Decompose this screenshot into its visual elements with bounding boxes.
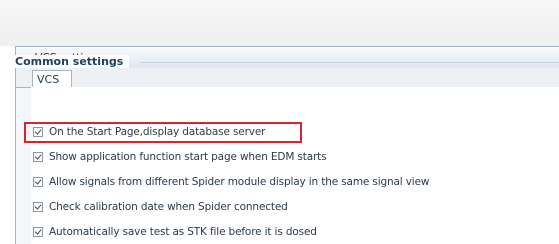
- tab-strip: VCS: [16, 68, 559, 88]
- option-allow-signals-same-view[interactable]: Allow signals from different Spider modu…: [33, 173, 429, 191]
- option-label: Automatically save test as STK file befo…: [49, 226, 317, 238]
- option-label: Allow signals from different Spider modu…: [49, 176, 430, 188]
- checkbox-checked[interactable]: [33, 227, 43, 237]
- option-label: Show application function start page whe…: [49, 151, 327, 163]
- option-check-calibration-date[interactable]: Check calibration date when Spider conne…: [33, 198, 288, 216]
- group-divider: [140, 62, 559, 63]
- option-label: Check calibration date when Spider conne…: [49, 201, 288, 213]
- option-show-start-page[interactable]: Show application function start page whe…: [33, 148, 327, 166]
- red-highlight-box: [24, 122, 302, 143]
- checkbox-checked[interactable]: [33, 152, 43, 162]
- tab-vcs[interactable]: VCS: [32, 70, 72, 88]
- option-auto-save-stk[interactable]: Automatically save test as STK file befo…: [33, 223, 317, 241]
- background-strip: [0, 0, 559, 46]
- checkbox-checked[interactable]: [33, 202, 43, 212]
- checkbox-checked[interactable]: [33, 177, 43, 187]
- group-header-common-settings: Common settings: [15, 55, 130, 68]
